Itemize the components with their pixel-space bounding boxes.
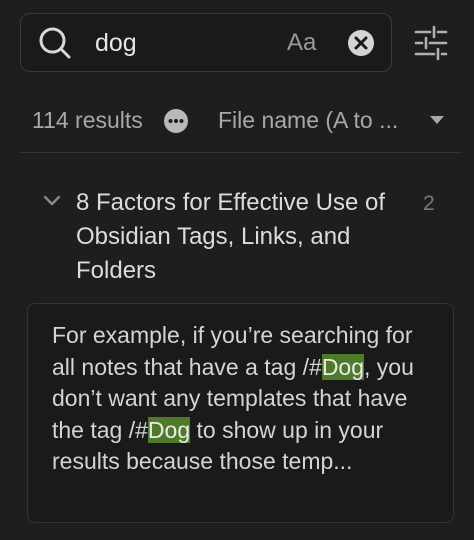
match-count-badge: 2 bbox=[423, 192, 435, 215]
match-case-toggle[interactable]: Aa bbox=[287, 29, 316, 57]
search-input[interactable]: dog bbox=[95, 27, 137, 59]
more-icon[interactable] bbox=[163, 108, 189, 134]
search-panel: dog Aa 114 results File name (A to ... 8… bbox=[0, 0, 474, 540]
sort-dropdown[interactable]: File name (A to ... bbox=[218, 106, 398, 134]
match-snippet[interactable]: For example, if you’re searching for all… bbox=[52, 320, 432, 478]
results-count: 114 results bbox=[32, 107, 143, 133]
search-highlight: Dog bbox=[147, 416, 191, 443]
chevron-down-icon[interactable] bbox=[428, 114, 446, 126]
result-file-title[interactable]: 8 Factors for Effective Use of Obsidian … bbox=[76, 186, 406, 288]
search-icon bbox=[39, 27, 71, 59]
close-circle-icon[interactable] bbox=[346, 28, 376, 58]
sliders-icon[interactable] bbox=[412, 24, 450, 62]
collapse-chevron-icon[interactable] bbox=[42, 194, 62, 208]
search-highlight: Dog bbox=[321, 353, 365, 380]
divider bbox=[20, 152, 462, 153]
